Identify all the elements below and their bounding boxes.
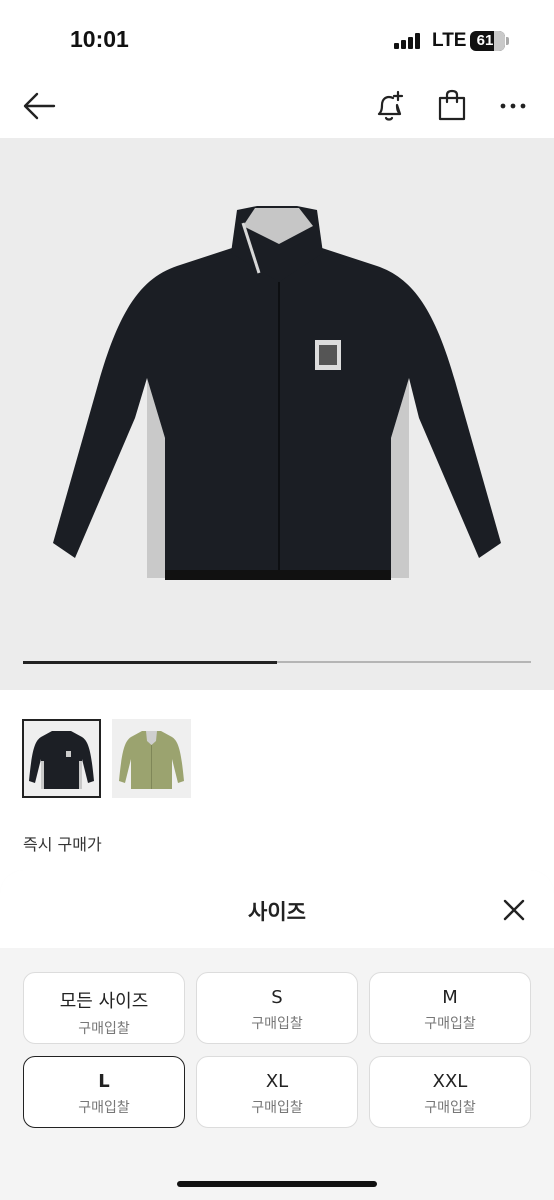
network-type: LTE: [432, 30, 467, 51]
product-image: [53, 206, 501, 580]
thumbnail-image: [112, 719, 191, 798]
size-option-sub: 구매입찰: [78, 1021, 130, 1037]
size-option-label: L: [98, 1071, 110, 1092]
thumbnail-olive-jacket[interactable]: [112, 719, 191, 798]
more-horizontal-icon[interactable]: [498, 96, 528, 120]
battery-cap: [506, 37, 509, 45]
home-indicator: [177, 1181, 377, 1187]
size-option-xl[interactable]: XL 구매입찰: [196, 1056, 358, 1128]
size-option-sub: 구매입찰: [424, 1016, 476, 1032]
size-option-all[interactable]: 모든 사이즈 구매입찰: [23, 972, 185, 1044]
close-icon[interactable]: [502, 898, 526, 926]
instant-price-label: 즉시 구매가: [23, 835, 102, 854]
size-option-sub: 구매입찰: [251, 1016, 303, 1032]
shopping-bag-icon[interactable]: [436, 88, 468, 126]
gallery-progress-track: [23, 660, 531, 664]
sheet-title: 사이즈: [248, 900, 306, 924]
arrow-left-icon[interactable]: [22, 90, 56, 126]
battery-empty-segment: [494, 31, 505, 51]
size-option-label: XL: [265, 1071, 289, 1092]
navigation-bar: [0, 76, 554, 138]
thumbnail-black-jacket[interactable]: [22, 719, 101, 798]
size-option-xxl[interactable]: XXL 구매입찰: [369, 1056, 531, 1128]
status-time: 10:01: [70, 26, 129, 52]
status-bar: 10:01 LTE 61: [0, 0, 554, 76]
thumbnail-image: [24, 721, 99, 796]
size-option-label: M: [442, 987, 458, 1008]
size-option-sub: 구매입찰: [78, 1100, 130, 1116]
bell-plus-icon[interactable]: [372, 88, 408, 128]
size-option-label: XXL: [432, 1071, 468, 1092]
size-option-label: S: [271, 987, 283, 1008]
size-option-sub: 구매입찰: [251, 1100, 303, 1116]
size-option-sub: 구매입찰: [424, 1100, 476, 1116]
cellular-signal-icon: [394, 33, 420, 49]
size-bottom-sheet: 사이즈 모든 사이즈 구매입찰 S 구매입찰 M 구매입찰 L 구매입찰 XL …: [0, 870, 554, 1200]
size-option-m[interactable]: M 구매입찰: [369, 972, 531, 1044]
size-option-l[interactable]: L 구매입찰: [23, 1056, 185, 1128]
size-option-s[interactable]: S 구매입찰: [196, 972, 358, 1044]
product-image-carousel[interactable]: [0, 138, 554, 690]
sheet-header: 사이즈: [0, 870, 554, 948]
size-option-label: 모든 사이즈: [59, 991, 149, 1012]
gallery-progress-fill: [23, 660, 277, 664]
